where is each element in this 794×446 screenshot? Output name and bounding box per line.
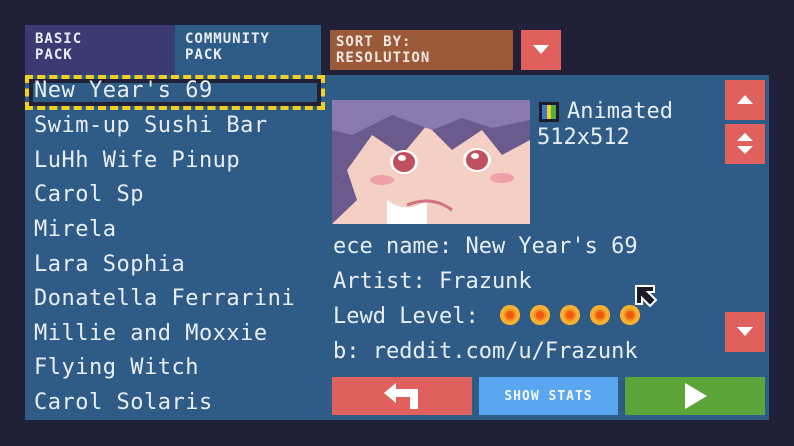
tab-community-pack[interactable]: COMMUNITY PACK xyxy=(175,25,321,75)
list-item[interactable]: LuHh Wife Pinup xyxy=(34,148,240,173)
list-item[interactable]: Millie and Moxxie xyxy=(34,321,268,346)
scroll-up-button[interactable] xyxy=(725,80,765,120)
play-button[interactable] xyxy=(625,377,765,415)
piece-website: b: reddit.com/u/Frazunk xyxy=(333,339,638,364)
lewd-level-dot xyxy=(590,305,610,325)
lewd-level-dot xyxy=(620,305,640,325)
show-stats-label: SHOW STATS xyxy=(504,388,593,404)
list-panel-edge xyxy=(295,75,325,420)
back-arrow-icon xyxy=(384,383,418,409)
up-down-icon xyxy=(737,133,753,154)
piece-name: ece name: New Year's 69 xyxy=(333,234,638,259)
tab-basic-pack[interactable]: BASIC PACK xyxy=(25,25,175,75)
list-item[interactable]: Swim-up Sushi Bar xyxy=(34,113,268,138)
cursor-icon xyxy=(635,285,658,308)
scroll-down-button[interactable] xyxy=(725,312,765,352)
sort-dropdown-button[interactable] xyxy=(521,30,561,70)
list-item[interactable]: New Year's 69 xyxy=(34,78,213,103)
chevron-down-icon xyxy=(533,45,549,54)
back-button[interactable] xyxy=(332,377,472,415)
detail-text-area: ece name: New Year's 69 Artist: Frazunk … xyxy=(325,75,769,420)
sort-label: SORT BY: RESOLUTION xyxy=(336,34,431,66)
show-stats-button[interactable]: SHOW STATS xyxy=(479,377,618,415)
tab-community-label: COMMUNITY PACK xyxy=(185,31,270,63)
list-item[interactable]: Mirela xyxy=(34,217,116,242)
list-item[interactable]: Lara Sophia xyxy=(34,252,185,277)
list-item[interactable]: Donatella Ferrarini xyxy=(34,286,295,311)
lewd-level-label: Lewd Level: xyxy=(333,304,479,329)
list-item[interactable]: Carol Solaris xyxy=(34,390,213,415)
tab-basic-label: BASIC PACK xyxy=(35,31,83,63)
sort-selector[interactable]: SORT BY: RESOLUTION xyxy=(330,30,513,70)
lewd-level-dot xyxy=(530,305,550,325)
chevron-down-icon xyxy=(737,327,753,336)
piece-artist: Artist: Frazunk xyxy=(333,269,532,294)
play-icon xyxy=(685,383,707,409)
lewd-level-dot xyxy=(500,305,520,325)
lewd-level-dot xyxy=(560,305,580,325)
list-item[interactable]: Flying Witch xyxy=(34,355,199,380)
chevron-up-icon xyxy=(737,95,753,104)
scroll-updown-button[interactable] xyxy=(725,124,765,164)
list-item[interactable]: Carol Sp xyxy=(34,182,144,207)
